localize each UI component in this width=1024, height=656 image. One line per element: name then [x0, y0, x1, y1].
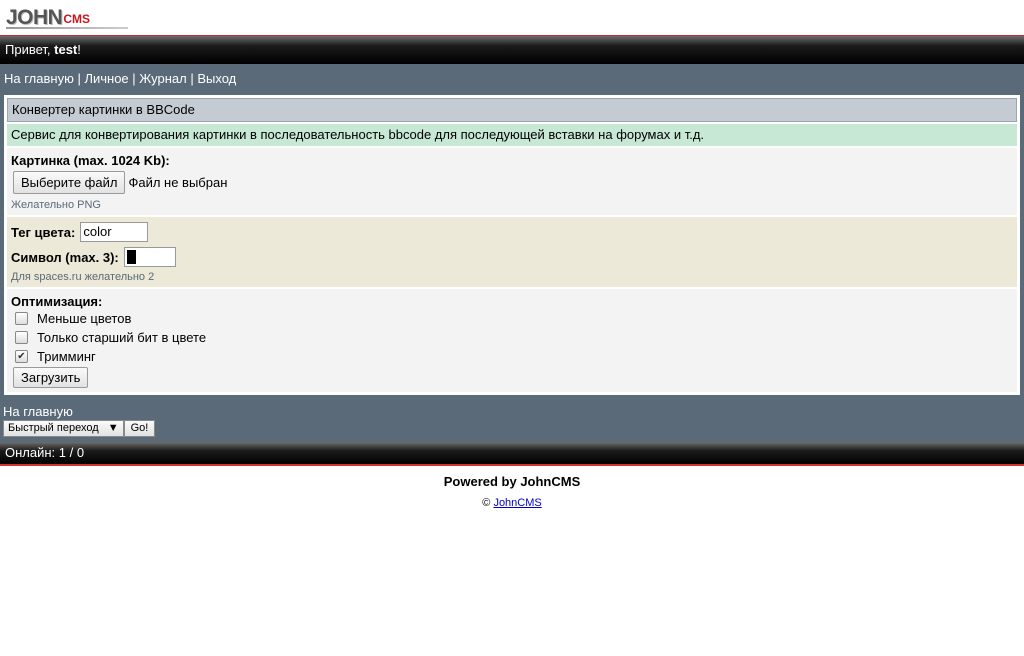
copyright-symbol: ©	[482, 497, 491, 510]
logo[interactable]: JOHN CMS	[6, 6, 90, 28]
greeting-exclaim: !	[77, 42, 81, 57]
nav-home-link[interactable]: На главную	[4, 71, 74, 86]
checkbox[interactable]	[15, 331, 28, 344]
optimization-label: Оптимизация:	[11, 294, 103, 309]
option-label: Тримминг	[37, 349, 96, 364]
checkbox-checked[interactable]: ✔	[15, 350, 28, 363]
copyright: © JohnCMS	[0, 497, 1024, 509]
converter-panel: Конвертер картинки в BBCode Сервис для к…	[4, 95, 1020, 395]
text-cursor	[126, 249, 136, 264]
username: test	[54, 42, 78, 57]
greeting-bar: Привет, test!	[0, 35, 1024, 64]
top-nav: На главную | Личное | Журнал | Выход	[0, 64, 1024, 93]
quick-nav-label: Быстрый переход	[8, 422, 99, 435]
image-section: Картинка (max. 1024 Kb): Выберите файл Ф…	[7, 148, 1017, 215]
nav-separator: |	[73, 71, 85, 86]
logo-cms: CMS	[63, 12, 91, 26]
greeting-text: Привет,	[5, 42, 55, 57]
upload-button[interactable]: Загрузить	[13, 367, 89, 388]
logo-john: JOHN	[6, 6, 63, 29]
powered-by: Powered by JohnCMS	[443, 474, 581, 490]
option-label: Только старший бит в цвете	[37, 330, 207, 345]
footer-nav: На главную Быстрый переход ▼ Go!	[0, 399, 1024, 443]
nav-logout-link[interactable]: Выход	[197, 71, 236, 86]
nav-personal-link[interactable]: Личное	[84, 71, 128, 86]
johncms-link[interactable]: JohnCMS	[493, 497, 541, 509]
encoding-section: Тег цвета: color Символ (max. 3): Для sp…	[7, 217, 1017, 287]
color-tag-label: Тег цвета:	[11, 224, 76, 240]
nav-separator: |	[186, 71, 198, 86]
logo-underline	[6, 27, 128, 29]
option-high-bit-only[interactable]: Только старший бит в цвете	[11, 328, 1013, 347]
nav-journal-link[interactable]: Журнал	[139, 71, 186, 86]
online-bar: Онлайн: 1 / 0	[0, 442, 1024, 467]
nav-separator: |	[128, 71, 140, 86]
quick-nav-select[interactable]: Быстрый переход ▼	[3, 420, 124, 438]
optimization-section: Оптимизация: Меньше цветов Только старши…	[7, 289, 1017, 392]
option-label: Меньше цветов	[37, 311, 132, 326]
symbol-hint: Для spaces.ru желательно 2	[11, 271, 155, 283]
dropdown-arrow-icon: ▼	[107, 422, 119, 435]
content-wrapper: Конвертер картинки в BBCode Сервис для к…	[0, 93, 1024, 399]
panel-description: Сервис для конвертирования картинки в по…	[7, 124, 1017, 146]
panel-title: Конвертер картинки в BBCode	[7, 98, 1017, 122]
image-label: Картинка (max. 1024 Kb):	[11, 153, 170, 168]
symbol-label: Символ (max. 3):	[11, 249, 119, 265]
symbol-input[interactable]	[123, 247, 176, 267]
color-tag-input[interactable]: color	[80, 222, 149, 242]
checkbox[interactable]	[15, 312, 28, 325]
image-hint: Желательно PNG	[11, 199, 101, 211]
logo-bar: JOHN CMS	[0, 0, 1024, 35]
footer-home-link[interactable]: На главную	[3, 404, 1021, 419]
file-status: Файл не выбран	[128, 175, 228, 190]
choose-file-button[interactable]: Выберите файл	[13, 171, 126, 194]
option-trimming[interactable]: ✔ Тримминг	[11, 347, 1013, 366]
go-button[interactable]: Go!	[123, 420, 156, 438]
option-fewer-colors[interactable]: Меньше цветов	[11, 309, 1013, 328]
